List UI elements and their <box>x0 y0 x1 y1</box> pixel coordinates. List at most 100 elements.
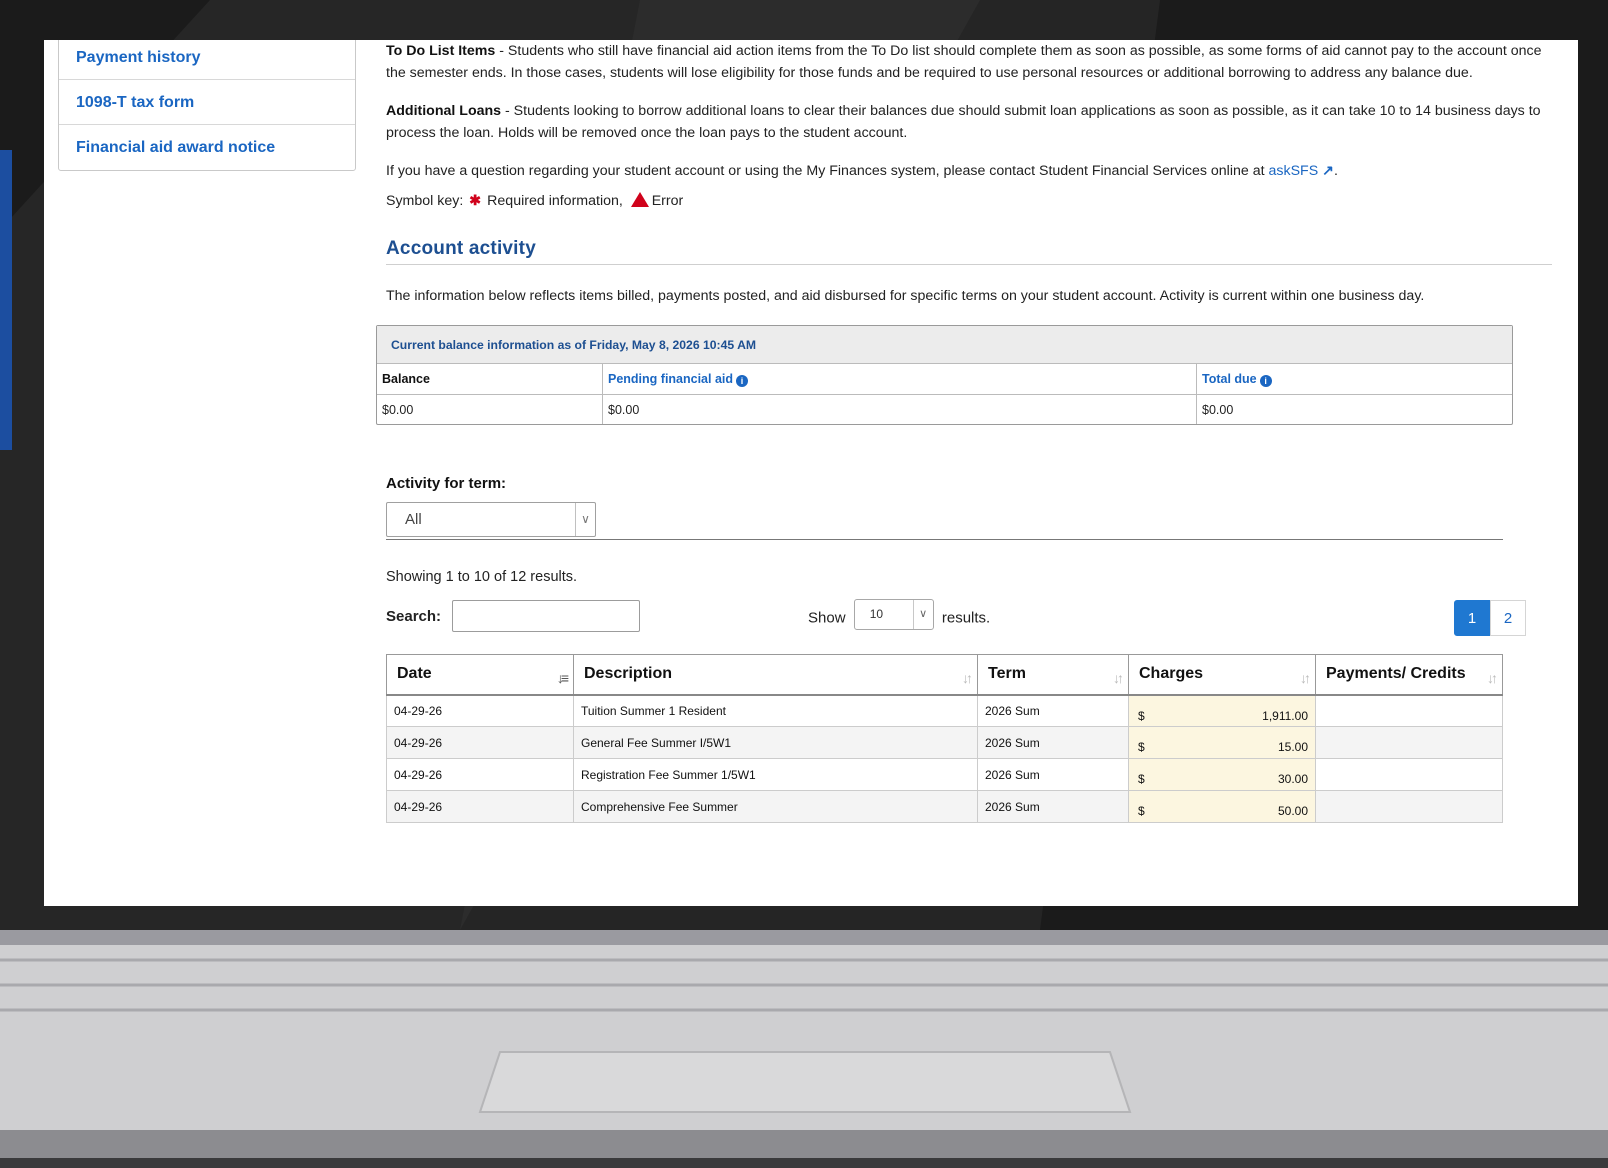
column-payments-label: Payments/ Credits <box>1326 665 1466 683</box>
loans-text: - Students looking to borrow additional … <box>386 103 1541 141</box>
total-due-label: Total due <box>1202 372 1257 386</box>
table-toolbar: Search: Show 10 ∨ results. 1 2 <box>386 599 1552 636</box>
loans-title: Additional Loans <box>386 103 502 119</box>
balance-value: $0.00 <box>377 395 603 424</box>
charge-amount: 50.00 <box>1277 804 1308 818</box>
sort-icon[interactable]: ↓↑ <box>1113 667 1124 689</box>
column-date[interactable]: Date ↓≡ <box>386 654 574 696</box>
chevron-down-icon[interactable]: ∨ <box>912 600 933 629</box>
sort-icon[interactable]: ↓↑ <box>962 667 973 689</box>
cell-charges: $15.00 <box>1128 726 1316 759</box>
currency-symbol: $ <box>1138 804 1145 818</box>
external-link-icon[interactable]: ↗ <box>1322 163 1334 179</box>
column-payments-credits[interactable]: Payments/ Credits ↓↑ <box>1315 654 1503 696</box>
sidebar-nav: Payment history 1098-T tax form Financia… <box>58 40 356 171</box>
show-label: Show <box>808 609 846 627</box>
loans-paragraph: Additional Loans - Students looking to b… <box>386 100 1552 144</box>
account-activity-description: The information below reflects items bil… <box>386 288 1425 304</box>
cell-charges: $30.00 <box>1128 758 1316 791</box>
sort-icon[interactable]: ↓↑ <box>1300 667 1311 689</box>
cell-date: 04-29-26 <box>386 790 574 823</box>
term-select[interactable]: All ∨ <box>386 502 596 537</box>
balance-caption: Current balance information as of Friday… <box>377 326 1512 364</box>
cell-charges: $1,911.00 <box>1128 694 1316 727</box>
pending-aid-value: $0.00 <box>603 395 1197 424</box>
divider <box>386 539 1503 540</box>
pagination: 1 2 <box>1454 600 1526 636</box>
table-row: 04-29-26 Comprehensive Fee Summer 2026 Sum… <box>386 790 1503 823</box>
cell-charges: $50.00 <box>1128 790 1316 823</box>
total-due-header[interactable]: Total due i <box>1197 364 1512 394</box>
browser-screen: Payment history 1098-T tax form Financia… <box>44 40 1578 906</box>
results-summary: Showing 1 to 10 of 12 results. <box>386 569 578 585</box>
todo-title: To Do List Items <box>386 43 496 59</box>
table-row: 04-29-26 Tuition Summer 1 Resident 2026 Su… <box>386 694 1503 727</box>
table-body: 04-29-26 Tuition Summer 1 Resident 2026 Su… <box>386 694 1503 823</box>
activity-table: Date ↓≡ Description ↓↑ Term ↓↑ Charges ↓↑ Pa… <box>386 654 1503 823</box>
cell-date: 04-29-26 <box>386 758 574 791</box>
column-charges[interactable]: Charges ↓↑ <box>1128 654 1316 696</box>
cell-date: 04-29-26 <box>386 726 574 759</box>
cell-term: 2026 Sum <box>977 726 1129 759</box>
sidebar-item-award-notice[interactable]: Financial aid award notice <box>59 125 355 170</box>
info-icon[interactable]: i <box>736 375 749 387</box>
cell-term: 2026 Sum <box>977 694 1129 727</box>
sidebar-item-payment-history[interactable]: Payment history <box>59 40 355 80</box>
table-header-row: Date ↓≡ Description ↓↑ Term ↓↑ Charges ↓↑ Pa… <box>386 654 1503 696</box>
column-description-label: Description <box>584 665 673 683</box>
column-description[interactable]: Description ↓↑ <box>573 654 978 696</box>
cell-date: 04-29-26 <box>386 694 574 727</box>
sort-desc-icon[interactable]: ↓≡ <box>557 667 569 689</box>
page-size-control: Show 10 ∨ results. <box>808 599 990 634</box>
charge-amount: 1,911.00 <box>1262 708 1308 723</box>
cell-payments-credits <box>1315 790 1503 823</box>
page-1-button[interactable]: 1 <box>1454 600 1490 636</box>
cell-term: 2026 Sum <box>977 790 1129 823</box>
charge-amount: 30.00 <box>1277 772 1308 786</box>
currency-symbol: $ <box>1138 708 1145 723</box>
todo-paragraph: To Do List Items - Students who still ha… <box>386 40 1552 84</box>
pending-aid-label: Pending financial aid <box>608 372 734 386</box>
page-size-value: 10 <box>869 607 884 621</box>
table-row: 04-29-26 Registration Fee Summer 1/5W1 202… <box>386 758 1503 791</box>
currency-symbol: $ <box>1138 740 1145 754</box>
page-size-select[interactable]: 10 ∨ <box>853 599 934 630</box>
currency-symbol: $ <box>1138 772 1145 786</box>
cell-payments-credits <box>1315 726 1503 759</box>
asksfs-link[interactable]: askSFS <box>1269 163 1319 179</box>
term-filter-label: Activity for term: <box>386 475 507 492</box>
page-2-button[interactable]: 2 <box>1490 600 1526 636</box>
info-icon[interactable]: i <box>1259 375 1272 387</box>
term-select-value: All <box>405 511 422 528</box>
cell-description: Registration Fee Summer 1/5W1 <box>573 758 978 791</box>
question-text: If you have a question regarding your st… <box>386 163 1269 179</box>
activity-table-wrapper: Date ↓≡ Description ↓↑ Term ↓↑ Charges ↓↑ Pa… <box>386 654 1503 823</box>
search-label: Search: <box>386 608 442 625</box>
todo-text: - Students who still have financial aid … <box>386 43 1542 81</box>
pending-aid-header[interactable]: Pending financial aid i <box>603 364 1197 394</box>
cell-description: Comprehensive Fee Summer <box>573 790 978 823</box>
required-label: Required information, <box>487 193 623 209</box>
table-row: 04-29-26 General Fee Summer I/5W1 2026 Sum… <box>386 726 1503 759</box>
balance-header: Balance <box>377 364 603 394</box>
cell-description: General Fee Summer I/5W1 <box>573 726 978 759</box>
cell-payments-credits <box>1315 758 1503 791</box>
main-content: To Do List Items - Students who still ha… <box>376 40 1552 823</box>
error-label: Error <box>651 193 684 209</box>
column-term-label: Term <box>988 665 1026 683</box>
sort-icon[interactable]: ↓↑ <box>1487 667 1498 689</box>
error-triangle-icon <box>630 192 649 207</box>
balance-value-row: $0.00 $0.00 $0.00 <box>377 394 1512 424</box>
symbol-key: Symbol key: ✱ Required information, Error <box>386 190 1552 212</box>
column-date-label: Date <box>397 665 432 683</box>
search-input[interactable] <box>452 600 640 632</box>
column-charges-label: Charges <box>1139 665 1204 683</box>
sidebar-item-1098t[interactable]: 1098-T tax form <box>59 80 355 125</box>
account-activity-heading: Account activity <box>386 238 1552 265</box>
chevron-down-icon[interactable]: ∨ <box>575 503 595 536</box>
column-term[interactable]: Term ↓↑ <box>977 654 1129 696</box>
balance-panel: Current balance information as of Friday… <box>376 325 1513 425</box>
required-asterisk-icon: ✱ <box>469 193 482 209</box>
cell-term: 2026 Sum <box>977 758 1129 791</box>
cell-description: Tuition Summer 1 Resident <box>573 694 978 727</box>
